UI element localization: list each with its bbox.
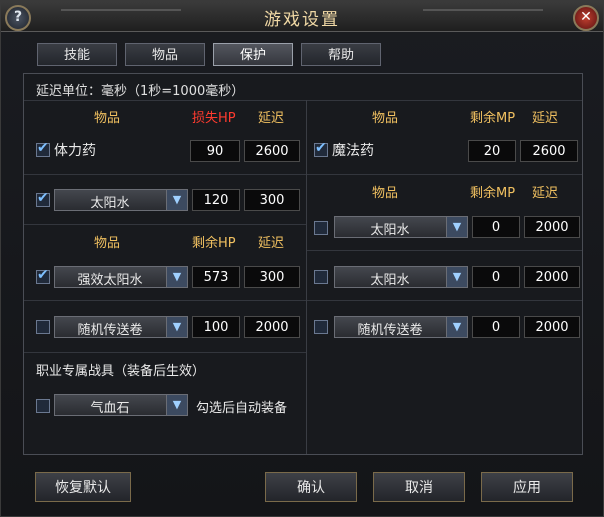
tab-help[interactable]: 帮助 bbox=[301, 43, 381, 66]
input-mp-item-2-value[interactable]: 0 bbox=[472, 266, 520, 288]
checkbox-stamina-potion[interactable] bbox=[36, 140, 50, 157]
settings-window: 游戏设置 ? ✕ 技能 物品 保护 帮助 延迟单位：毫秒（1秒=1000毫秒） … bbox=[0, 0, 604, 517]
left-header2-delay: 延迟 bbox=[258, 236, 285, 251]
select-hp-item[interactable]: 太阳水 ▼ bbox=[54, 189, 188, 211]
input-mp-item-1-delay[interactable]: 2000 bbox=[524, 216, 580, 238]
divider bbox=[307, 250, 582, 251]
right-header2-remain-mp: 剩余MP bbox=[470, 186, 516, 201]
help-button[interactable]: ? bbox=[5, 5, 31, 31]
input-mana-delay[interactable]: 2600 bbox=[520, 140, 578, 162]
select-strong-sun-water[interactable]: 强效太阳水 ▼ bbox=[54, 266, 188, 288]
chevron-down-icon: ▼ bbox=[166, 267, 187, 287]
select-value: 太阳水 bbox=[370, 223, 410, 238]
window-title: 游戏设置 bbox=[264, 10, 340, 30]
left-header-item: 物品 bbox=[94, 111, 121, 126]
chevron-down-icon: ▼ bbox=[446, 217, 467, 237]
title-bar: 游戏设置 bbox=[1, 1, 603, 32]
chevron-down-icon: ▼ bbox=[446, 317, 467, 337]
checkbox-mana-potion[interactable] bbox=[314, 140, 328, 157]
select-value: 随机传送卷 bbox=[77, 323, 143, 338]
select-value: 强效太阳水 bbox=[77, 273, 143, 288]
left-header-loss-hp: 损失HP bbox=[192, 111, 236, 126]
delay-unit-note: 延迟单位：毫秒（1秒=1000毫秒） bbox=[36, 84, 245, 99]
right-header-item: 物品 bbox=[372, 111, 399, 126]
select-value: 太阳水 bbox=[370, 273, 410, 288]
right-header2-delay: 延迟 bbox=[532, 186, 559, 201]
checkbox-random-scroll[interactable] bbox=[36, 320, 50, 334]
input-mp-item-1-value[interactable]: 0 bbox=[472, 216, 520, 238]
gear-auto-equip-note: 勾选后自动装备 bbox=[196, 401, 288, 416]
select-random-scroll[interactable]: 随机传送卷 ▼ bbox=[54, 316, 188, 338]
divider bbox=[24, 174, 306, 175]
column-divider bbox=[306, 100, 307, 454]
divider bbox=[24, 100, 582, 101]
restore-defaults-button[interactable]: 恢复默认 bbox=[35, 472, 131, 502]
close-button[interactable]: ✕ bbox=[573, 5, 599, 31]
select-value: 太阳水 bbox=[90, 196, 130, 211]
tab-protection[interactable]: 保护 bbox=[213, 43, 293, 66]
left-header2-remain-hp: 剩余HP bbox=[192, 236, 236, 251]
cancel-button[interactable]: 取消 bbox=[373, 472, 465, 502]
right-header2-item: 物品 bbox=[372, 186, 399, 201]
divider bbox=[24, 300, 306, 301]
ok-button[interactable]: 确认 bbox=[265, 472, 357, 502]
chevron-down-icon: ▼ bbox=[446, 267, 467, 287]
select-value: 气血石 bbox=[90, 401, 130, 416]
divider bbox=[24, 224, 306, 225]
checkbox-mp-item-1[interactable] bbox=[314, 221, 328, 235]
select-mp-item-2[interactable]: 太阳水 ▼ bbox=[334, 266, 468, 288]
left-header2-item: 物品 bbox=[94, 236, 121, 251]
checkbox-strong-sun-water[interactable] bbox=[36, 267, 50, 284]
input-scroll-hp-value[interactable]: 100 bbox=[192, 316, 240, 338]
checkbox-mp-item-3[interactable] bbox=[314, 320, 328, 334]
input-scroll-delay[interactable]: 2000 bbox=[244, 316, 300, 338]
label-mana-potion: 魔法药 bbox=[332, 143, 374, 159]
input-remain-hp-delay[interactable]: 300 bbox=[244, 266, 300, 288]
chevron-down-icon: ▼ bbox=[166, 395, 187, 415]
input-mp-item-3-delay[interactable]: 2000 bbox=[524, 316, 580, 338]
divider bbox=[307, 300, 582, 301]
checkbox-mp-item-2[interactable] bbox=[314, 270, 328, 284]
chevron-down-icon: ▼ bbox=[166, 190, 187, 210]
input-stamina-delay[interactable]: 2600 bbox=[244, 140, 300, 162]
input-hp-item-delay[interactable]: 300 bbox=[244, 189, 300, 211]
divider bbox=[24, 352, 306, 353]
apply-button[interactable]: 应用 bbox=[481, 472, 573, 502]
checkbox-gear[interactable] bbox=[36, 399, 50, 413]
select-gear[interactable]: 气血石 ▼ bbox=[54, 394, 188, 416]
input-mp-item-3-value[interactable]: 0 bbox=[472, 316, 520, 338]
input-mana-value[interactable]: 20 bbox=[468, 140, 516, 162]
label-stamina-potion: 体力药 bbox=[54, 143, 96, 159]
input-remain-hp-value[interactable]: 573 bbox=[192, 266, 240, 288]
tab-skills[interactable]: 技能 bbox=[37, 43, 117, 66]
protection-panel: 延迟单位：毫秒（1秒=1000毫秒） 物品 损失HP 延迟 体力药 90 260… bbox=[23, 73, 583, 455]
input-stamina-hp[interactable]: 90 bbox=[190, 140, 240, 162]
divider bbox=[307, 174, 582, 175]
select-value: 随机传送卷 bbox=[357, 323, 423, 338]
tab-items[interactable]: 物品 bbox=[125, 43, 205, 66]
input-hp-item-value[interactable]: 120 bbox=[192, 189, 240, 211]
right-header-remain-mp: 剩余MP bbox=[470, 111, 516, 126]
chevron-down-icon: ▼ bbox=[166, 317, 187, 337]
select-mp-item-3[interactable]: 随机传送卷 ▼ bbox=[334, 316, 468, 338]
select-mp-item-1[interactable]: 太阳水 ▼ bbox=[334, 216, 468, 238]
right-header-delay: 延迟 bbox=[532, 111, 559, 126]
left-header-delay: 延迟 bbox=[258, 111, 285, 126]
gear-section-title: 职业专属战具（装备后生效） bbox=[36, 364, 206, 379]
checkbox-hp-item[interactable] bbox=[36, 190, 50, 207]
input-mp-item-2-delay[interactable]: 2000 bbox=[524, 266, 580, 288]
tab-bar: 技能 物品 保护 帮助 bbox=[37, 43, 381, 66]
